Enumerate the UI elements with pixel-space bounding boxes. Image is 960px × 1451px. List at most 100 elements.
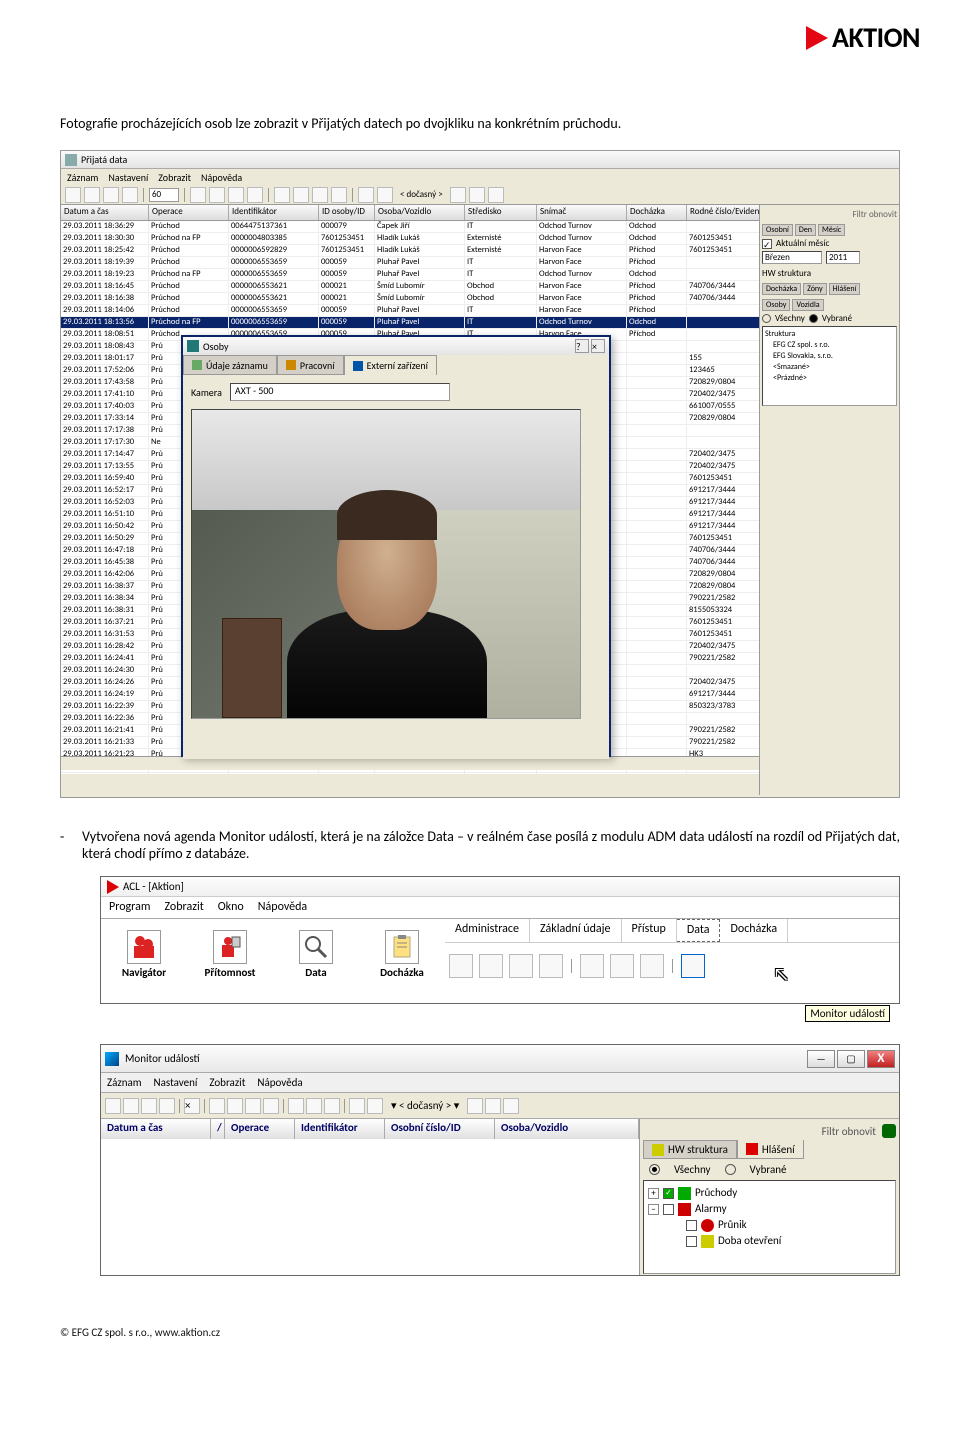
tool-icon[interactable] [209, 187, 225, 203]
nav-prev-icon[interactable] [84, 187, 100, 203]
tool-icon[interactable] [377, 187, 393, 203]
col-idosoby[interactable]: ID osoby/ID [319, 205, 375, 220]
close-icon[interactable]: × [591, 339, 605, 353]
col-stredisko[interactable]: Středisko [465, 205, 537, 220]
filter-refresh[interactable]: Filtr obnovit [822, 1125, 876, 1138]
page-size-combo[interactable]: 60 [149, 188, 179, 202]
tool-icon[interactable] [358, 187, 374, 203]
col-dochazka[interactable]: Docházka [627, 205, 687, 220]
menu-nastaveni[interactable]: Nastavení [108, 171, 148, 184]
tool-icon[interactable] [245, 1098, 261, 1114]
tool-icon[interactable] [469, 187, 485, 203]
year-combo[interactable]: 2011 [826, 251, 860, 264]
nav-prev-icon[interactable] [123, 1098, 139, 1114]
tool-icon[interactable] [539, 954, 563, 978]
tab-administrace[interactable]: Administrace [445, 919, 530, 942]
nav-last-icon[interactable] [122, 187, 138, 203]
col-osobni[interactable]: Osobní číslo/ID [385, 1119, 495, 1139]
col-slash[interactable]: / [211, 1119, 225, 1139]
menu-zaznam[interactable]: Záznam [107, 1076, 142, 1089]
checkbox[interactable] [686, 1220, 697, 1231]
tool-icon[interactable] [479, 954, 503, 978]
radio-vsechny[interactable] [762, 314, 771, 323]
tab-dochazka[interactable]: Docházka [762, 283, 801, 295]
col-operace[interactable]: Operace [225, 1119, 295, 1139]
nav-first-icon[interactable] [65, 187, 81, 203]
col-datum[interactable]: Datum a čas [101, 1119, 211, 1139]
checkbox-aktualni[interactable]: ✓ [762, 239, 772, 249]
tab-zony[interactable]: Zóny [803, 283, 827, 295]
nav-next-icon[interactable] [103, 187, 119, 203]
tab-hlaseni[interactable]: Hlášení [829, 283, 861, 295]
tree-node[interactable]: <Smazané> [765, 362, 894, 373]
col-ident[interactable]: Identifikátor [295, 1119, 385, 1139]
tab-hlaseni[interactable]: Hlášení [737, 1140, 804, 1159]
help-icon[interactable]: ? [575, 339, 589, 353]
data-button[interactable]: Data [273, 919, 359, 989]
tab-dochazka[interactable]: Docházka [720, 919, 788, 942]
monitor-udalosti-button[interactable] [681, 954, 705, 978]
tab-den[interactable]: Den [795, 224, 816, 236]
tab-osoby[interactable]: Osoby [762, 299, 790, 311]
menu-napoveda[interactable]: Nápověda [258, 900, 307, 915]
col-osoba[interactable]: Osoba/Vozidlo [375, 205, 465, 220]
tool-icon[interactable] [228, 187, 244, 203]
menu-zaznam[interactable]: Záznam [67, 171, 98, 184]
tab-udaje[interactable]: Údaje záznamu [183, 355, 277, 375]
menubar[interactable]: Program Zobrazit Okno Nápověda [101, 897, 899, 919]
navigator-button[interactable]: Navigátor [101, 919, 187, 989]
maximize-button[interactable]: ▢ [837, 1050, 865, 1068]
radio-vybrane[interactable] [725, 1164, 736, 1175]
nav-first-icon[interactable] [105, 1098, 121, 1114]
tab-externi[interactable]: Externí zařízení [344, 355, 437, 375]
menu-zobrazit[interactable]: Zobrazit [209, 1076, 245, 1089]
radio-vybrane[interactable] [809, 314, 818, 323]
filter-combo[interactable]: ▾ < dočasný > ▾ [385, 1099, 465, 1112]
close-button[interactable]: X [867, 1050, 895, 1068]
tool-icon[interactable] [306, 1098, 322, 1114]
tool-icon[interactable] [449, 954, 473, 978]
month-combo[interactable]: Březen [762, 251, 822, 264]
tool-icon[interactable] [485, 1098, 501, 1114]
tool-icon[interactable] [227, 1098, 243, 1114]
tab-zakladni[interactable]: Základní údaje [530, 919, 622, 942]
filter-refresh[interactable]: Filtr obnovit [852, 209, 897, 220]
expand-icon[interactable]: + [648, 1188, 659, 1199]
tool-icon[interactable] [263, 1098, 279, 1114]
tool-icon[interactable] [610, 954, 634, 978]
tree-osoby[interactable]: Struktura EFG CZ spol. s r.o. EFG Slovak… [762, 326, 897, 406]
menu-program[interactable]: Program [109, 900, 150, 915]
tree-prunik[interactable]: Průnik [718, 1217, 747, 1233]
dochazka-button[interactable]: Docházka [359, 919, 445, 989]
pritomnost-button[interactable]: Přítomnost [187, 919, 273, 989]
tree-node[interactable]: EFG CZ spol. s r.o. [765, 340, 894, 351]
col-operace[interactable]: Operace [149, 205, 229, 220]
refresh-icon[interactable] [882, 1124, 896, 1138]
col-osoba[interactable]: Osoba/Vozidlo [495, 1119, 639, 1139]
checkbox[interactable]: ✓ [663, 1188, 674, 1199]
tree-pruchody[interactable]: Průchody [695, 1185, 737, 1201]
hw-struktura[interactable]: HW struktura [762, 268, 811, 279]
tool-icon[interactable] [580, 954, 604, 978]
tab-pracovni[interactable]: Pracovní [277, 355, 344, 375]
tool-icon[interactable] [209, 1098, 225, 1114]
tool-icon[interactable] [488, 187, 504, 203]
menu-napoveda[interactable]: Nápověda [201, 171, 242, 184]
checkbox[interactable] [686, 1236, 697, 1247]
tool-icon[interactable] [467, 1098, 483, 1114]
tool-icon[interactable] [640, 954, 664, 978]
tree-node[interactable]: Struktura [765, 329, 894, 340]
tab-data[interactable]: Data [677, 919, 721, 942]
nav-next-icon[interactable] [141, 1098, 157, 1114]
tree-alarmy[interactable]: Alarmy [695, 1201, 727, 1217]
menu-napoveda[interactable]: Nápověda [257, 1076, 302, 1089]
col-snimac[interactable]: Snímač [537, 205, 627, 220]
tool-icon[interactable] [367, 1098, 383, 1114]
filter-combo[interactable]: < dočasný > [396, 189, 447, 200]
menu-okno[interactable]: Okno [218, 900, 244, 915]
menu-nastaveni[interactable]: Nastavení [154, 1076, 198, 1089]
tree-node[interactable]: EFG Slovakia, s.r.o. [765, 351, 894, 362]
tab-hw-struktura[interactable]: HW struktura [643, 1140, 737, 1159]
menu-zobrazit[interactable]: Zobrazit [164, 900, 203, 915]
tool-icon[interactable] [190, 187, 206, 203]
